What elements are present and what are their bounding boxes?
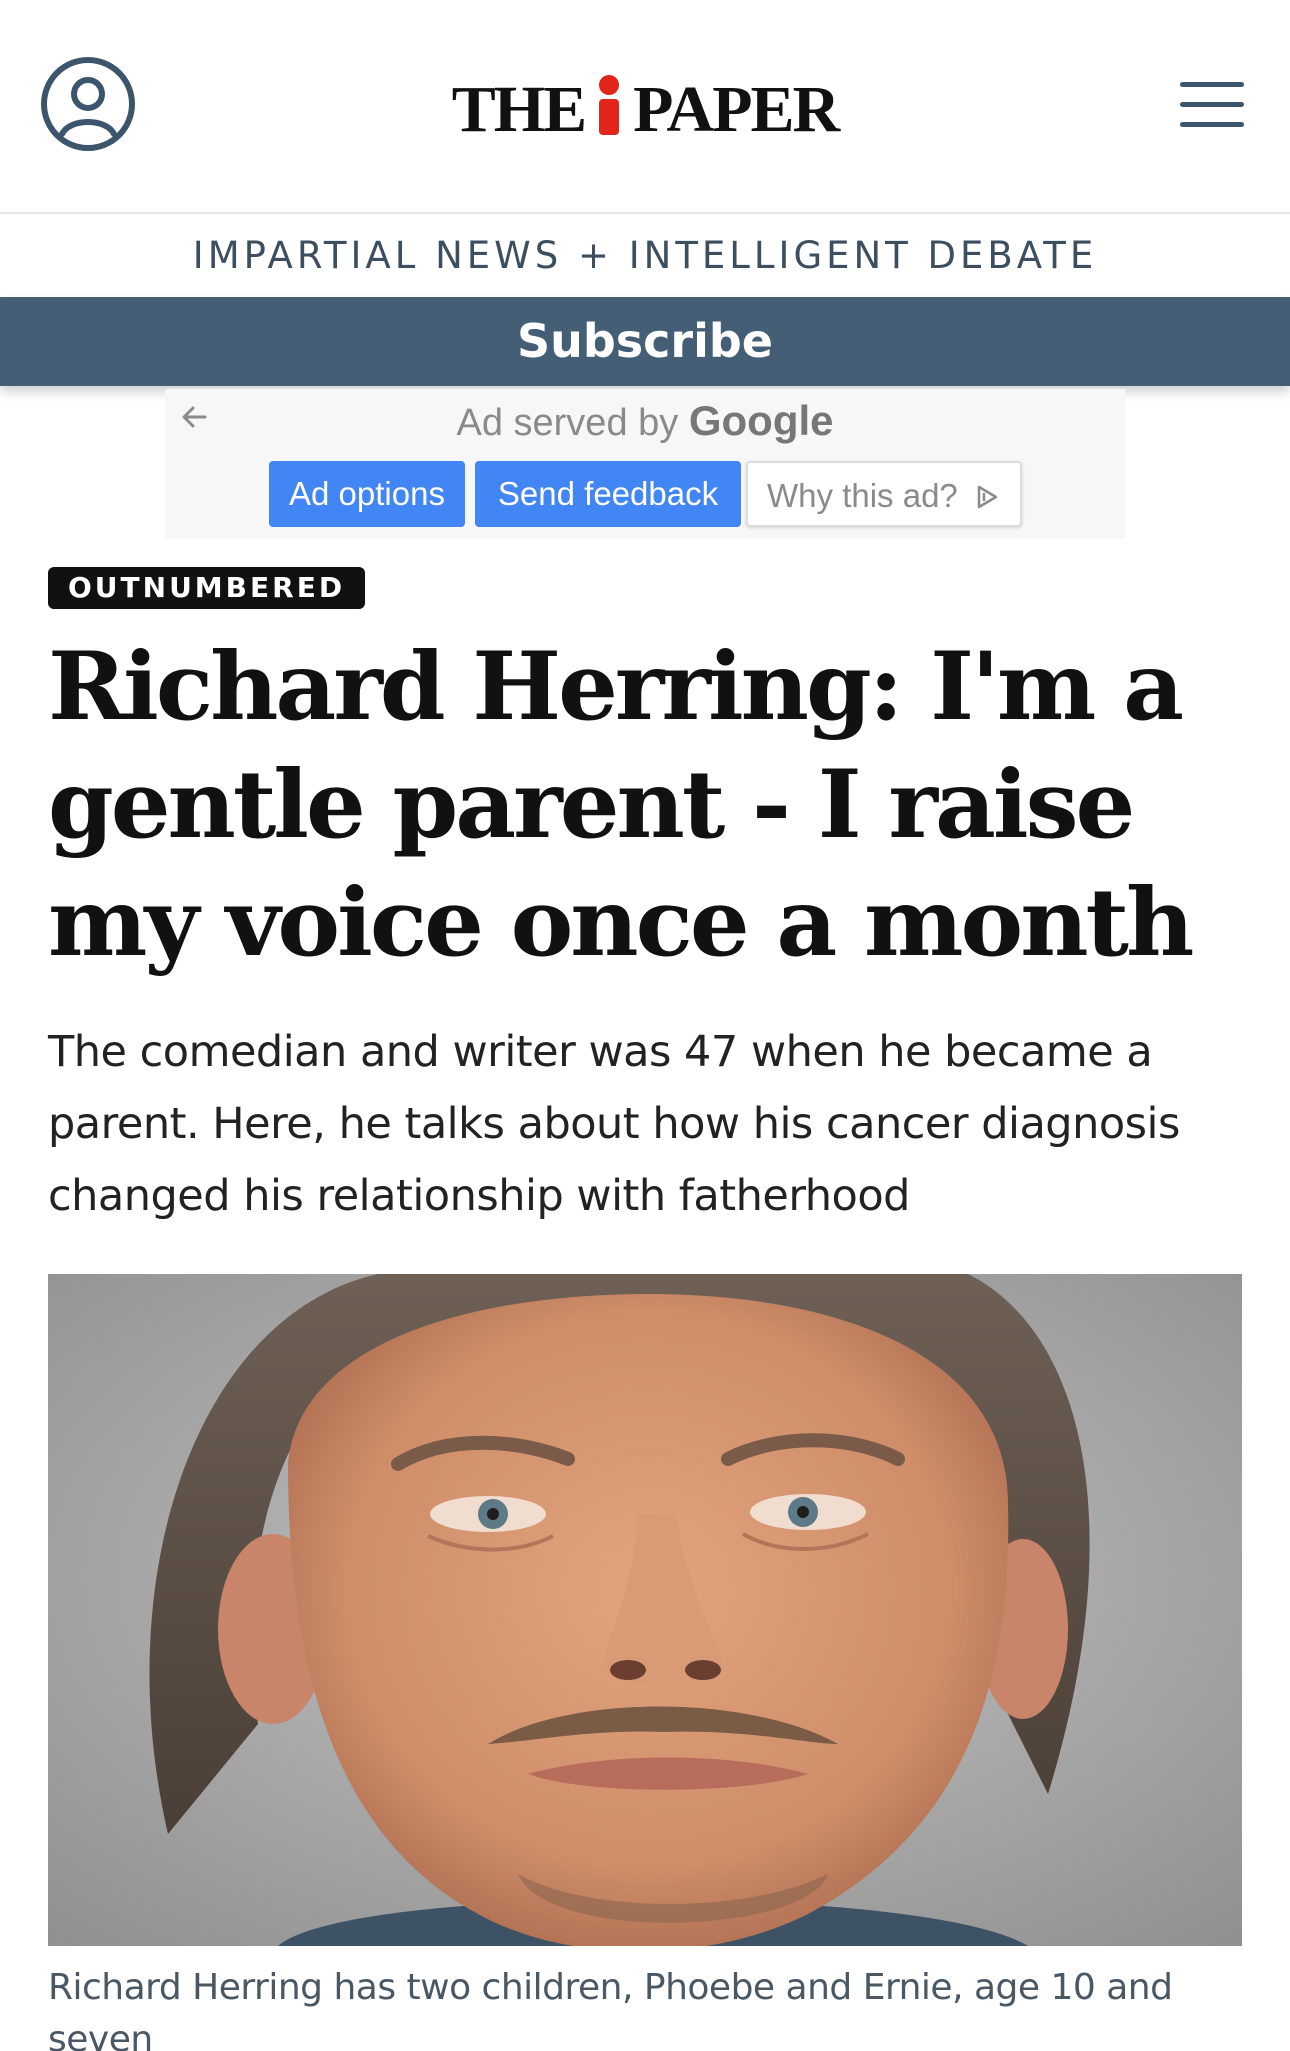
logo-word-paper: PAPER (633, 73, 840, 146)
site-header: THE PAPER (0, 0, 1290, 214)
hamburger-menu-icon[interactable] (1176, 78, 1248, 132)
article-hero-image (48, 1274, 1242, 1946)
why-this-ad-label: Why this ad? (767, 477, 958, 514)
ad-served-label: Ad served by (456, 402, 679, 444)
google-wordmark: Google (688, 397, 834, 444)
why-this-ad-button[interactable]: Why this ad? (746, 461, 1022, 527)
subscribe-button[interactable]: Subscribe (0, 297, 1290, 386)
portrait-illustration (48, 1274, 1242, 1946)
ad-options-button[interactable]: Ad options (269, 461, 465, 527)
send-feedback-button[interactable]: Send feedback (475, 461, 741, 527)
ad-served-by-text: Ad served by Google (165, 397, 1125, 445)
logo-word-the: THE (451, 73, 587, 146)
logo-i-icon (597, 75, 621, 137)
adchoices-icon (977, 485, 998, 509)
image-caption: Richard Herring has two children, Phoebe… (48, 1967, 1173, 2051)
ad-feedback-panel: Ad served by Google Ad options Send feed… (165, 389, 1125, 539)
category-label[interactable]: OUTNUMBERED (48, 567, 366, 609)
site-tagline: IMPARTIAL NEWS + INTELLIGENT DEBATE (192, 234, 1098, 277)
article-headline: Richard Herring: I'm a gentle parent - I… (48, 632, 1194, 978)
article-standfirst: The comedian and writer was 47 when he b… (48, 1027, 1180, 1221)
site-logo[interactable]: THE PAPER (0, 70, 1290, 150)
